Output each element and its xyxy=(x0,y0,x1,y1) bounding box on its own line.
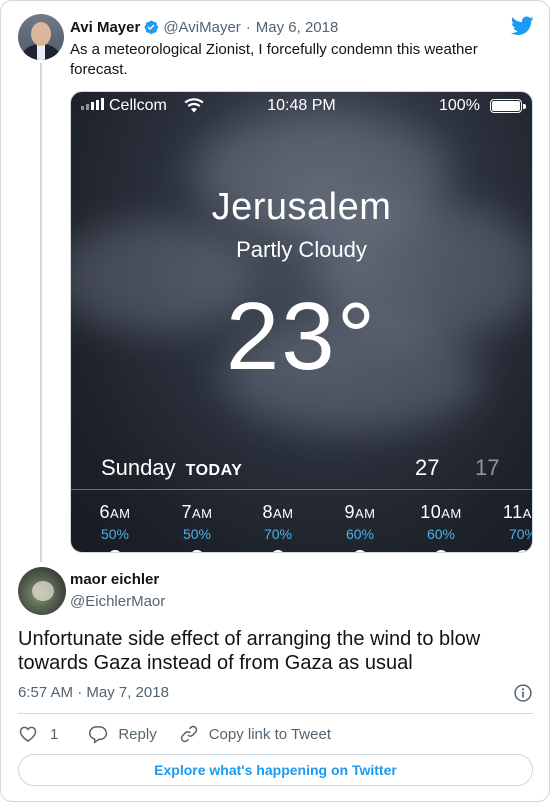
precip-chance: 70% xyxy=(508,526,532,542)
hour-marker-dot xyxy=(271,550,285,552)
precip-chance: 50% xyxy=(100,526,130,542)
action-bar: 1 Reply Copy link to Tweet xyxy=(18,723,331,745)
info-icon[interactable] xyxy=(513,683,533,703)
hour-suffix: AM xyxy=(441,506,462,521)
hourly-forecast-item: 10AM 60% xyxy=(411,502,471,552)
like-button[interactable]: 1 xyxy=(18,724,58,744)
like-count: 1 xyxy=(50,725,59,743)
separator-dot: · xyxy=(245,18,251,36)
tweet-text: As a meteorological Zionist, I forcefull… xyxy=(70,41,478,78)
tweet-embed-card: Avi Mayer @AviMayer · May 6, 2018 As a m… xyxy=(0,0,550,802)
reply-text: Unfortunate side effect of arranging the… xyxy=(18,628,481,674)
precip-chance: 60% xyxy=(426,526,456,542)
hour-marker-dot xyxy=(434,550,448,552)
thread-connector-line xyxy=(40,63,42,562)
author-name[interactable]: Avi Mayer xyxy=(70,19,140,36)
hour-value: 9 xyxy=(344,502,355,522)
hour-marker-dot xyxy=(516,550,530,552)
precip-chance: 60% xyxy=(345,526,375,542)
hour-marker-dot xyxy=(353,550,367,552)
weather-city: Jerusalem xyxy=(211,186,392,228)
phone-status-bar: Cellcom 10:48 PM 100% xyxy=(71,92,532,120)
hour-value: 10 xyxy=(420,502,442,522)
tweet-date[interactable]: May 6, 2018 xyxy=(256,19,339,36)
reply-author-handle[interactable]: @EichlerMaor xyxy=(70,593,165,610)
hour-marker-dot xyxy=(108,550,122,552)
hour-suffix: AM xyxy=(522,506,532,521)
reply-label: Reply xyxy=(118,725,157,743)
reply-icon xyxy=(89,726,108,744)
weather-condition: Partly Cloudy xyxy=(236,237,367,262)
hour-value: 6 xyxy=(99,502,110,522)
hourly-forecast-item: 8AM 70% xyxy=(248,502,308,552)
low-temperature: 17 xyxy=(475,455,500,480)
author-avatar[interactable] xyxy=(18,14,64,60)
hour-suffix: AM xyxy=(110,506,131,521)
copy-link-label: Copy link to Tweet xyxy=(208,725,331,743)
copy-link-button[interactable]: Copy link to Tweet xyxy=(179,724,331,744)
action-separator xyxy=(18,713,533,714)
high-temperature: 27 xyxy=(415,455,440,480)
hour-value: 7 xyxy=(181,502,192,522)
hour-suffix: AM xyxy=(192,506,213,521)
battery-percentage: 100% xyxy=(439,97,480,114)
hour-marker-dot xyxy=(190,550,204,552)
day-name: Sunday xyxy=(101,455,176,480)
hourly-forecast-item: 11AM 70% xyxy=(493,502,532,552)
weather-temperature: 23° xyxy=(225,283,378,390)
battery-icon xyxy=(490,99,526,113)
heart-icon xyxy=(19,726,37,742)
tweet-media-image[interactable]: Cellcom 10:48 PM 100% Jerusalem Partly C… xyxy=(70,91,533,553)
hourly-forecast-item: 9AM 60% xyxy=(330,502,390,552)
today-label: TODAY xyxy=(185,462,243,479)
hourly-forecast-item: 6AM 50% xyxy=(85,502,145,552)
hour-suffix: AM xyxy=(355,506,376,521)
hourly-forecast-item: 7AM 50% xyxy=(167,502,227,552)
link-icon xyxy=(180,725,197,743)
precip-chance: 70% xyxy=(263,526,293,542)
reply-author-avatar[interactable] xyxy=(18,567,66,615)
forecast-divider xyxy=(71,489,532,490)
reply-button[interactable]: Reply xyxy=(88,724,157,744)
precip-chance: 50% xyxy=(182,526,212,542)
tweet-header: Avi Mayer @AviMayer · May 6, 2018 xyxy=(70,17,338,37)
reply-author-name[interactable]: maor eichler xyxy=(70,571,159,588)
hour-value: 8 xyxy=(262,502,273,522)
day-summary-row: Sunday TODAY 27 17 xyxy=(101,455,511,481)
reply-timestamp[interactable]: 6:57 AM · May 7, 2018 xyxy=(18,684,169,701)
verified-badge-icon xyxy=(144,20,159,34)
twitter-bird-icon[interactable] xyxy=(511,16,534,36)
hour-suffix: AM xyxy=(273,506,294,521)
hour-value: 11 xyxy=(502,502,523,522)
explore-twitter-button[interactable]: Explore what's happening on Twitter xyxy=(18,754,533,786)
author-handle[interactable]: @AviMayer xyxy=(163,19,240,36)
